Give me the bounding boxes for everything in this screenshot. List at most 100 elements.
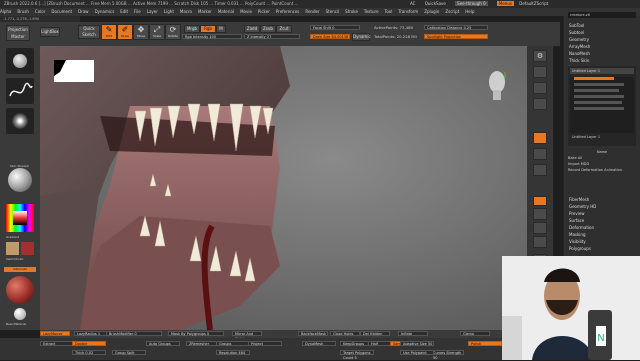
basic-material-sphere[interactable]	[6, 276, 34, 304]
panel-item-visibility[interactable]: Visibility	[564, 238, 640, 245]
mrgb-button[interactable]: Mrgb	[184, 25, 200, 33]
zoom-view-button[interactable]	[533, 222, 547, 234]
bottom-bar-backfacemask[interactable]: BackfaceMask	[298, 331, 328, 336]
menu-item-file[interactable]: File	[134, 9, 141, 14]
rotate-button[interactable]: ⟳ Rotate	[165, 24, 181, 40]
move-view-button[interactable]	[533, 208, 547, 220]
scale-button[interactable]: ⤢ Scale	[149, 24, 165, 40]
menu-item-alpha[interactable]: Alpha	[0, 9, 11, 14]
floor-button[interactable]	[533, 148, 547, 160]
draw-size-slider[interactable]: Draw Size 64.00136	[310, 34, 350, 39]
layer-row[interactable]: Untitled Layer 1	[570, 68, 634, 74]
quicksave-button[interactable]: QuickSave	[425, 1, 446, 6]
spotlight-projection-button[interactable]: Spotlight Projection	[424, 34, 488, 39]
menu-item-brush[interactable]: Brush	[17, 9, 29, 14]
dynamic-button[interactable]: Dynamic	[352, 33, 371, 41]
zadd-button[interactable]: Zadd	[244, 25, 260, 33]
bottom-shelf-group-split[interactable]: Group Split	[112, 350, 146, 355]
bottom-shelf-auto-groups[interactable]: Auto Groups	[146, 341, 180, 346]
bottom-shelf-polish[interactable]: Polish	[468, 341, 502, 346]
primary-color-swatch[interactable]	[6, 242, 19, 255]
bottom-shelf-project[interactable]: Project	[248, 341, 282, 346]
bottom-shelf-double[interactable]: Double	[72, 341, 106, 346]
move-button[interactable]: ✥ Move	[133, 24, 149, 40]
menu-item-stencil[interactable]: Stencil	[326, 9, 340, 14]
z-intensity-slider[interactable]: Z Intensity 27	[244, 34, 300, 39]
zcut-button[interactable]: Zcut	[276, 25, 292, 33]
bottom-shelf-zremesher[interactable]: ZRemesher	[186, 341, 220, 346]
record-deformation-button[interactable]: Record Deformation Animation	[568, 167, 636, 173]
color-picker[interactable]	[6, 204, 34, 232]
bottom-bar-inflate[interactable]: Inflate	[398, 331, 428, 336]
bottom-bar-mirror-and-weld[interactable]: Mirror And Weld	[232, 331, 262, 341]
projection-master-button[interactable]: Projection Master	[6, 25, 30, 41]
panel-item-deformation[interactable]: Deformation	[564, 224, 640, 231]
menu-item-macro[interactable]: Macro	[180, 9, 192, 14]
menu-item-layer[interactable]: Layer	[147, 9, 158, 14]
menu-item-tool[interactable]: Tool	[385, 9, 393, 14]
menu-item-texture[interactable]: Texture	[364, 9, 379, 14]
bottom-shelf-thick-0-02[interactable]: Thick 0.02	[72, 350, 106, 355]
menu-item-movie[interactable]: Movie	[240, 9, 252, 14]
subtool-search[interactable]: creature.ztl	[568, 12, 636, 18]
ac-button[interactable]: AC	[410, 1, 415, 6]
menu-item-transform[interactable]: Transform	[398, 9, 418, 14]
bottom-bar-mask-by-polygroups-0[interactable]: Mask By Polygroups 0	[168, 331, 224, 336]
menus-button[interactable]: Menus	[496, 1, 514, 6]
navigation-head-icon[interactable]	[485, 68, 509, 102]
frame-button[interactable]	[533, 196, 547, 206]
secondary-material-sphere[interactable]	[14, 308, 26, 320]
alternate-button[interactable]: Alternate	[4, 267, 36, 272]
panel-item-masking[interactable]: Masking	[564, 231, 640, 238]
bottom-shelf-resolution-464[interactable]: Resolution 464	[216, 350, 250, 355]
local-button[interactable]	[533, 164, 547, 176]
bottom-bar-del-hidden[interactable]: Del Hidden	[360, 331, 390, 336]
panel-item-geometry[interactable]: Geometry	[564, 36, 640, 43]
panel-item-preview[interactable]: Preview	[564, 210, 640, 217]
rotate-view-button[interactable]	[533, 236, 547, 248]
menu-item-render[interactable]: Render	[305, 9, 319, 14]
menu-item-draw[interactable]: Draw	[78, 9, 88, 14]
bottom-shelf-dynamesh[interactable]: DynaMesh	[302, 341, 336, 346]
menu-item-color[interactable]: Color	[35, 9, 45, 14]
bottom-bar-close-holes[interactable]: Close Holes	[330, 331, 360, 336]
menu-item-material[interactable]: Material	[218, 9, 234, 14]
m-button[interactable]: M	[216, 25, 226, 33]
freehand-stroke-thumbnail[interactable]	[6, 78, 34, 104]
material-thumbnail[interactable]	[8, 168, 32, 192]
bottom-shelf-use-polypaint[interactable]: Use Polypaint	[400, 350, 434, 355]
menu-item-help[interactable]: Help	[465, 9, 474, 14]
menu-item-light[interactable]: Light	[164, 9, 174, 14]
panel-item-surface[interactable]: Surface	[564, 217, 640, 224]
draw-button[interactable]: ✐ Draw	[117, 24, 133, 40]
gear-button[interactable]: ⚙	[533, 50, 547, 62]
persp-button[interactable]	[533, 132, 547, 144]
bottom-shelf-curves-strength-50[interactable]: Curves Strength 50	[430, 350, 464, 360]
default-zscript-button[interactable]: DefaultZScript	[519, 1, 548, 6]
menu-item-stroke[interactable]: Stroke	[345, 9, 358, 14]
view-button-1[interactable]	[533, 66, 547, 78]
menu-item-zplugin[interactable]: Zplugin	[424, 9, 439, 14]
panel-item-subtool[interactable]: Subtool	[564, 29, 640, 36]
calibration-distance-slider[interactable]: Calibration Distance 0.25	[424, 25, 488, 30]
bottom-shelf-adaptive-size-50[interactable]: Adaptive Size 50	[400, 341, 434, 346]
zsub-button[interactable]: Zsub	[260, 25, 276, 33]
panel-item-fibermesh[interactable]: FiberMesh	[564, 196, 640, 203]
menu-item-dynamics[interactable]: Dynamics	[95, 9, 115, 14]
menu-item-document[interactable]: Document	[51, 9, 72, 14]
bottom-shelf-extract[interactable]: Extract	[40, 341, 74, 346]
bottom-shelf-target-polygons-count-5[interactable]: Target Polygons Count 5	[340, 350, 374, 360]
panel-header[interactable]: SubTool	[564, 22, 640, 29]
secondary-color-swatch[interactable]	[21, 242, 34, 255]
panel-item-polygroups[interactable]: Polygroups	[564, 245, 640, 252]
panel-item-geometry-hd[interactable]: Geometry HD	[564, 203, 640, 210]
bottom-bar-lazymouse[interactable]: LazyMouse	[40, 331, 70, 336]
lightbox-button[interactable]: LightBox	[40, 27, 60, 37]
focal-shift-slider[interactable]: Focal Shift 0	[310, 25, 360, 30]
panel-item-nanomesh[interactable]: NanoMesh	[564, 50, 640, 57]
panel-item-thick-skin[interactable]: Thick Skin	[564, 57, 640, 64]
bottom-bar-gizmo[interactable]: Gizmo	[460, 331, 490, 336]
menu-item-picker[interactable]: Picker	[258, 9, 270, 14]
menu-item-edit[interactable]: Edit	[120, 9, 128, 14]
menu-item-zscript[interactable]: Zscript	[445, 9, 459, 14]
